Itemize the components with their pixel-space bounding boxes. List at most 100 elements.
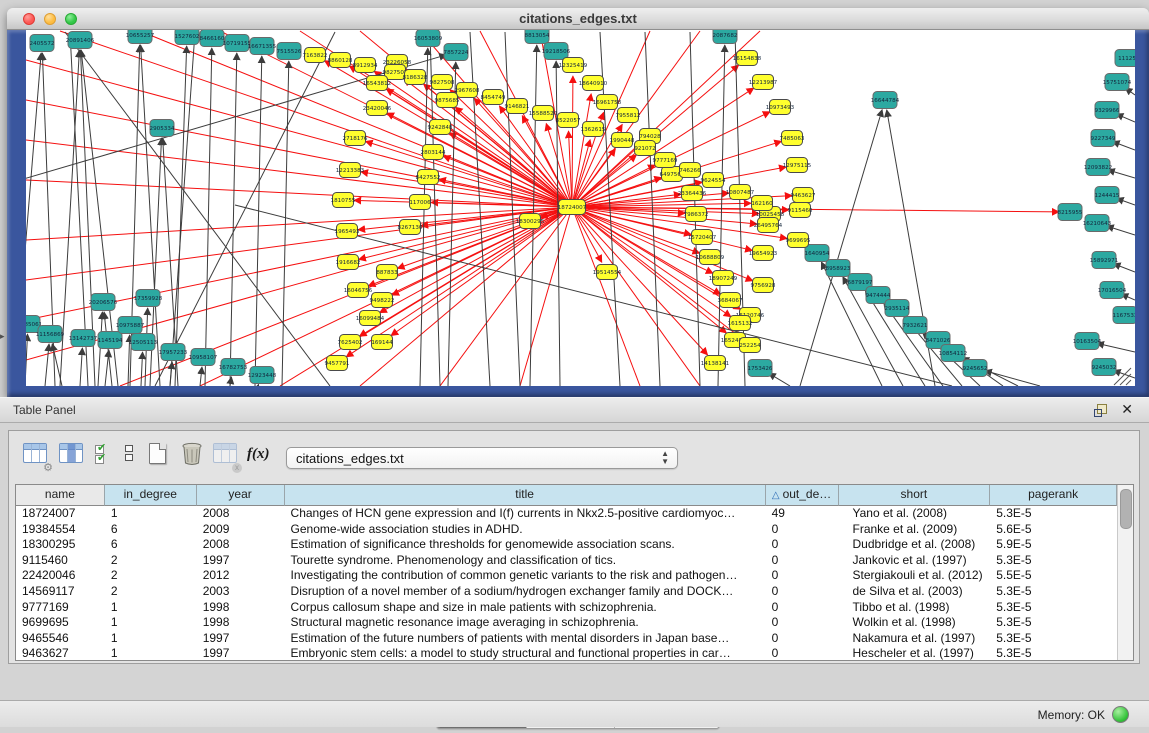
table-cell[interactable]: 9777169: [16, 600, 105, 616]
table-cell[interactable]: 5.9E-5: [990, 537, 1117, 553]
table-row[interactable]: 1872400712008Changes of HCN gene express…: [16, 506, 1117, 522]
table-cell[interactable]: Genome-wide association studies in ADHD.: [285, 522, 766, 538]
citation-graph[interactable]: 2405572208914061065525715276028466160107…: [26, 30, 1135, 386]
column-header-short[interactable]: short: [839, 485, 991, 506]
table-cell[interactable]: 19384554: [16, 522, 105, 538]
column-header-in_degree[interactable]: in_degree: [105, 485, 197, 506]
table-cell[interactable]: 14569117: [16, 584, 105, 600]
table-cell[interactable]: 5.3E-5: [990, 646, 1117, 660]
column-header-year[interactable]: year: [197, 485, 285, 506]
table-cell[interactable]: 18724007: [16, 506, 105, 522]
table-cell[interactable]: 0: [766, 568, 839, 584]
table-cell[interactable]: Wolkin et al. (1998): [839, 615, 991, 631]
table-cell[interactable]: Yano et al. (2008): [839, 506, 991, 522]
table-cell[interactable]: 0: [766, 522, 839, 538]
table-settings-icon[interactable]: ⚙: [23, 443, 49, 469]
table-cell[interactable]: 0: [766, 553, 839, 569]
table-cell[interactable]: 0: [766, 631, 839, 647]
table-cell[interactable]: 2: [105, 584, 197, 600]
table-cell[interactable]: Nakamura et al. (1997): [839, 631, 991, 647]
table-cell[interactable]: Franke et al. (2009): [839, 522, 991, 538]
table-cell[interactable]: 2008: [197, 537, 285, 553]
table-cell[interactable]: 6: [105, 537, 197, 553]
table-cell[interactable]: 1: [105, 646, 197, 660]
table-cell[interactable]: 5.5E-5: [990, 568, 1117, 584]
memory-ok-indicator[interactable]: [1112, 706, 1129, 723]
table-cell[interactable]: 5.3E-5: [990, 584, 1117, 600]
table-cell[interactable]: 9699695: [16, 615, 105, 631]
table-cell[interactable]: 5.3E-5: [990, 615, 1117, 631]
table-cell[interactable]: Changes of HCN gene expression and I(f) …: [285, 506, 766, 522]
table-vertical-scrollbar[interactable]: [1117, 485, 1133, 660]
table-cell[interactable]: Corpus callosum shape and size in male p…: [285, 600, 766, 616]
table-cell[interactable]: 1: [105, 600, 197, 616]
table-cell[interactable]: 5.6E-5: [990, 522, 1117, 538]
column-header-title[interactable]: title: [285, 485, 766, 506]
table-row[interactable]: 946362711997Embryonic stem cells: a mode…: [16, 646, 1117, 660]
table-cell[interactable]: 1997: [197, 631, 285, 647]
table-cell[interactable]: Investigating the contribution of common…: [285, 568, 766, 584]
table-selector-dropdown[interactable]: citations_edges.txt ▲▼: [286, 447, 678, 469]
table-cell[interactable]: Dudbridge et al. (2008): [839, 537, 991, 553]
table-row[interactable]: 946554611997Estimation of the future num…: [16, 631, 1117, 647]
column-header-name[interactable]: name: [16, 485, 105, 506]
float-panel-icon[interactable]: [1094, 404, 1107, 417]
table-cell[interactable]: Tourette syndrome. Phenomenology and cla…: [285, 553, 766, 569]
table-cell[interactable]: Estimation of the future numbers of pati…: [285, 631, 766, 647]
table-cell[interactable]: Disruption of a novel member of a sodium…: [285, 584, 766, 600]
table-cell[interactable]: 1: [105, 615, 197, 631]
table-cell[interactable]: 9115460: [16, 553, 105, 569]
table-cell[interactable]: Hescheler et al. (1997): [839, 646, 991, 660]
table-cell[interactable]: Structural magnetic resonance image aver…: [285, 615, 766, 631]
table-cell[interactable]: Estimation of significance thresholds fo…: [285, 537, 766, 553]
table-cell[interactable]: 5.3E-5: [990, 506, 1117, 522]
table-row[interactable]: 977716911998Corpus callosum shape and si…: [16, 600, 1117, 616]
table-cell[interactable]: 2: [105, 568, 197, 584]
table-cell[interactable]: 6: [105, 522, 197, 538]
table-cell[interactable]: 1997: [197, 646, 285, 660]
table-cell[interactable]: 9463627: [16, 646, 105, 660]
table-cell[interactable]: 1: [105, 631, 197, 647]
table-cell[interactable]: Tibbo et al. (1998): [839, 600, 991, 616]
close-panel-icon[interactable]: ✕: [1121, 401, 1133, 418]
table-row[interactable]: 1938455462009Genome-wide association stu…: [16, 522, 1117, 538]
table-cell[interactable]: 2012: [197, 568, 285, 584]
table-cell[interactable]: 1997: [197, 553, 285, 569]
table-cell[interactable]: 1998: [197, 600, 285, 616]
table-cell[interactable]: 9465546: [16, 631, 105, 647]
table-cell[interactable]: Stergiakouli et al. (2012): [839, 568, 991, 584]
function-builder-icon[interactable]: f(x): [247, 446, 273, 472]
table-row[interactable]: 911546021997Tourette syndrome. Phenomeno…: [16, 553, 1117, 569]
table-row[interactable]: 969969511998Structural magnetic resonanc…: [16, 615, 1117, 631]
table-cell[interactable]: 0: [766, 584, 839, 600]
column-header-pagerank[interactable]: pagerank: [990, 485, 1117, 506]
table-cell[interactable]: 1: [105, 506, 197, 522]
table-cell[interactable]: 0: [766, 646, 839, 660]
table-cell[interactable]: 1998: [197, 615, 285, 631]
table-cell[interactable]: 0: [766, 615, 839, 631]
table-cell[interactable]: de Silva et al. (2003): [839, 584, 991, 600]
table-cell[interactable]: 5.3E-5: [990, 553, 1117, 569]
table-cell[interactable]: Embryonic stem cells: a model to study s…: [285, 646, 766, 660]
table-cell[interactable]: 22420046: [16, 568, 105, 584]
network-window-titlebar[interactable]: citations_edges.txt: [7, 8, 1149, 30]
table-row[interactable]: 1830029562008Estimation of significance …: [16, 537, 1117, 553]
new-table-icon[interactable]: [149, 443, 175, 469]
table-cell[interactable]: 2: [105, 553, 197, 569]
select-columns-icon[interactable]: [59, 443, 85, 469]
column-header-out_de[interactable]: △out_de…: [766, 485, 839, 506]
table-cell[interactable]: Jankovic et al. (1997): [839, 553, 991, 569]
table-cell[interactable]: 2003: [197, 584, 285, 600]
table-cell[interactable]: 2009: [197, 522, 285, 538]
table-cell[interactable]: 5.3E-5: [990, 631, 1117, 647]
table-cell[interactable]: 0: [766, 537, 839, 553]
table-row[interactable]: 1456911722003Disruption of a novel membe…: [16, 584, 1117, 600]
table-cell[interactable]: 2008: [197, 506, 285, 522]
table-cell[interactable]: 0: [766, 600, 839, 616]
table-cell[interactable]: 5.3E-5: [990, 600, 1117, 616]
row-height-icon[interactable]: [125, 445, 151, 471]
table-row[interactable]: 2242004622012Investigating the contribut…: [16, 568, 1117, 584]
collapse-panel-arrow-icon[interactable]: ▸: [0, 331, 5, 342]
table-cell[interactable]: 49: [766, 506, 839, 522]
delete-rows-trash-icon[interactable]: [181, 442, 207, 468]
